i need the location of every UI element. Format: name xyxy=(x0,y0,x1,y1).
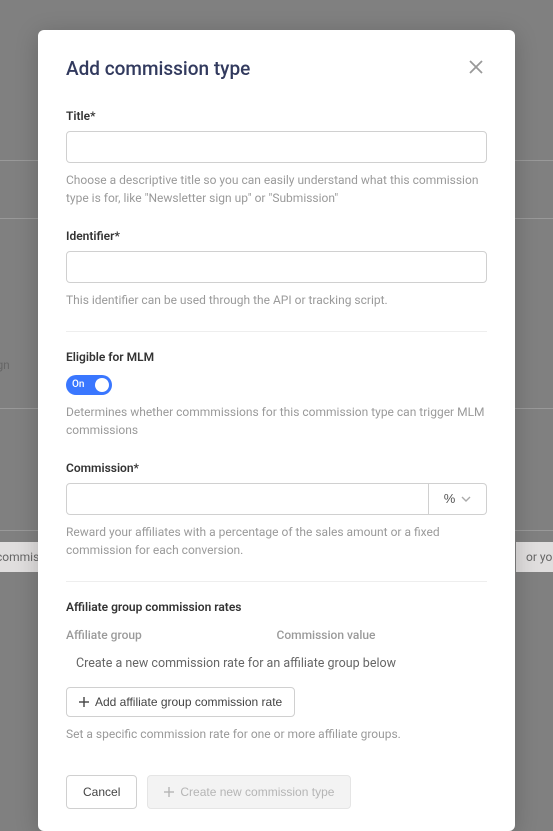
modal-header: Add commission type xyxy=(66,56,487,81)
mlm-field: Eligible for MLM On Determines whether c… xyxy=(66,350,487,439)
divider xyxy=(66,331,487,332)
bg-text: or your xyxy=(516,542,553,572)
create-button-label: Create new commission type xyxy=(180,785,334,799)
close-button[interactable] xyxy=(465,56,487,81)
group-rates-empty: Create a new commission rate for an affi… xyxy=(76,656,487,671)
add-group-rate-button[interactable]: Add affiliate group commission rate xyxy=(66,687,295,717)
plus-icon xyxy=(79,697,89,707)
chevron-down-icon xyxy=(461,496,471,502)
plus-icon xyxy=(164,787,174,797)
cancel-button[interactable]: Cancel xyxy=(66,775,137,809)
add-group-rate-label: Add affiliate group commission rate xyxy=(95,695,282,709)
group-rates-headers: Affiliate group Commission value xyxy=(66,628,487,642)
commission-help: Reward your affiliates with a percentage… xyxy=(66,523,487,559)
mlm-label: Eligible for MLM xyxy=(66,350,487,364)
mlm-toggle-state: On xyxy=(72,379,84,390)
toggle-knob xyxy=(95,378,109,392)
commission-input[interactable] xyxy=(66,483,429,515)
group-rates-help: Set a specific commission rate for one o… xyxy=(66,725,487,743)
title-help: Choose a descriptive title so you can ea… xyxy=(66,171,487,207)
commission-unit-label: % xyxy=(444,491,456,506)
create-button[interactable]: Create new commission type xyxy=(147,775,351,809)
title-field: Title* Choose a descriptive title so you… xyxy=(66,109,487,207)
modal-footer: Cancel Create new commission type xyxy=(66,775,487,809)
col-commission-value: Commission value xyxy=(277,628,488,642)
commission-row: % xyxy=(66,483,487,515)
add-commission-modal: Add commission type Title* Choose a desc… xyxy=(38,30,515,831)
divider xyxy=(66,581,487,582)
modal-title: Add commission type xyxy=(66,57,250,80)
mlm-help: Determines whether commmissions for this… xyxy=(66,403,487,439)
group-rates-section: Affiliate group commission rates Affilia… xyxy=(66,600,487,743)
mlm-toggle[interactable]: On xyxy=(66,375,112,395)
commission-field: Commission* % Reward your affiliates wit… xyxy=(66,461,487,559)
identifier-field: Identifier* This identifier can be used … xyxy=(66,229,487,309)
group-rates-title: Affiliate group commission rates xyxy=(66,600,487,614)
col-affiliate-group: Affiliate group xyxy=(66,628,277,642)
identifier-help: This identifier can be used through the … xyxy=(66,291,487,309)
bg-text: ter sign xyxy=(0,358,10,372)
title-input[interactable] xyxy=(66,131,487,163)
commission-label: Commission* xyxy=(66,461,487,475)
identifier-label: Identifier* xyxy=(66,229,487,243)
close-icon xyxy=(469,60,483,74)
title-label: Title* xyxy=(66,109,487,123)
commission-unit-select[interactable]: % xyxy=(429,483,487,515)
identifier-input[interactable] xyxy=(66,251,487,283)
